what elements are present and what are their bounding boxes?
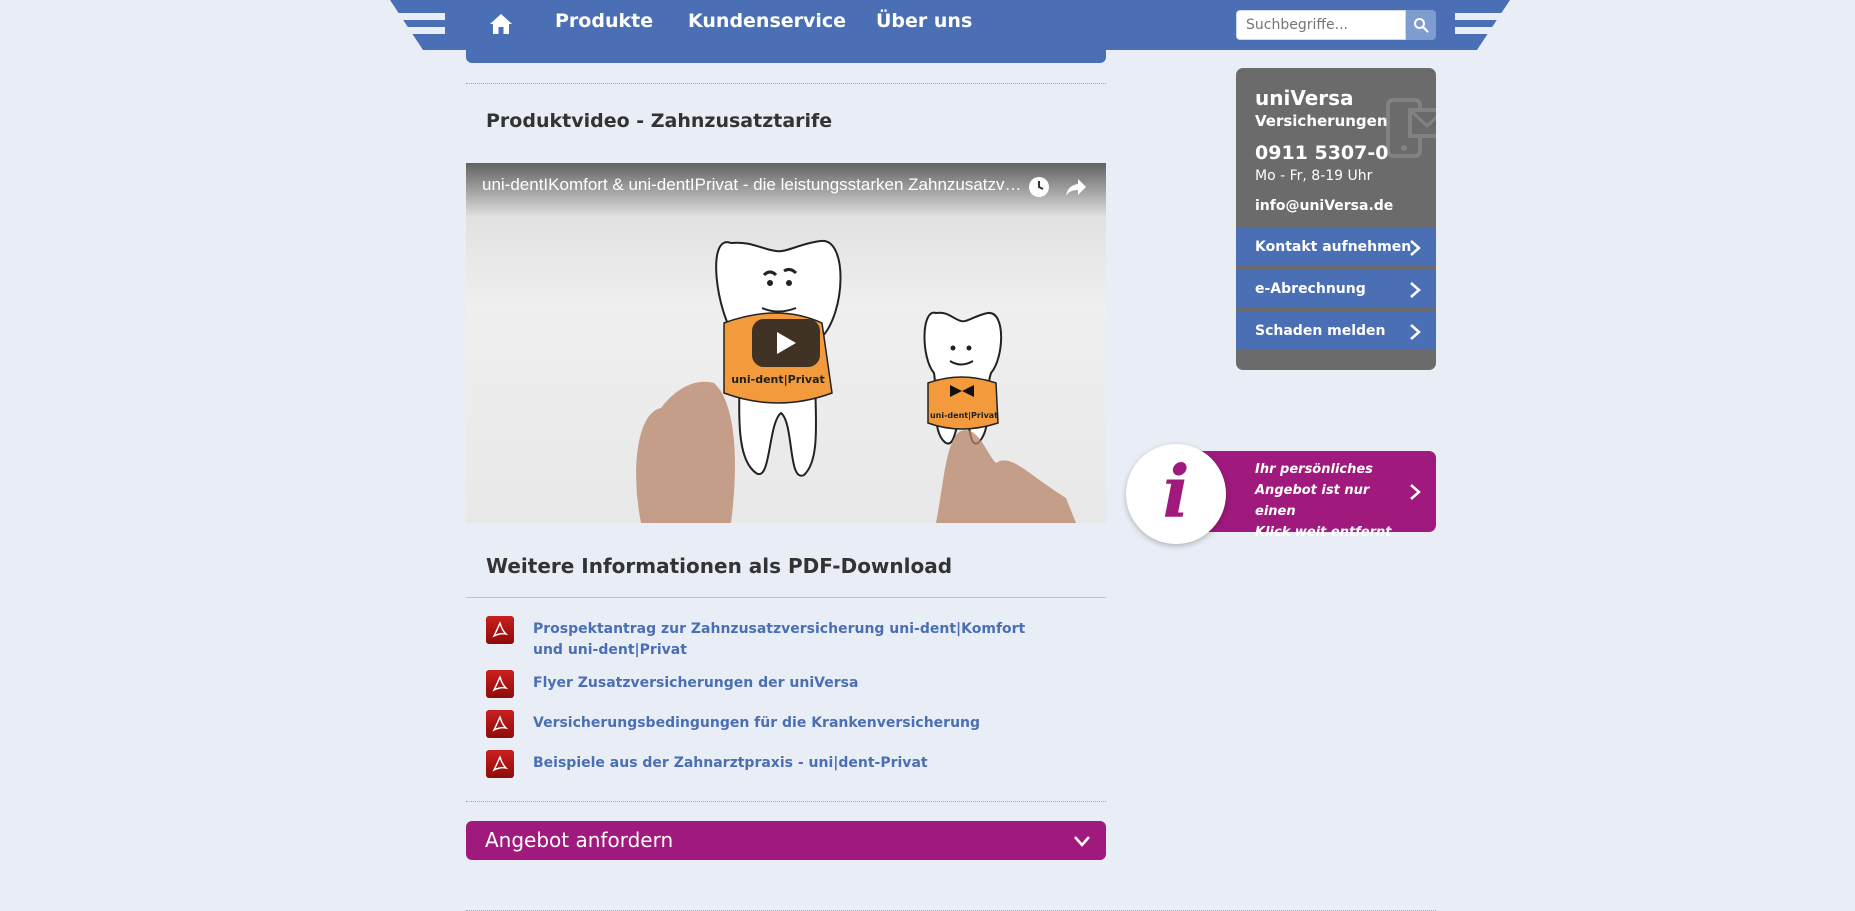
- contact-phone[interactable]: 0911 5307-0: [1255, 142, 1388, 164]
- play-button[interactable]: [752, 319, 820, 367]
- collapsed-accordion-bar[interactable]: [466, 48, 1106, 63]
- divider: [466, 83, 1106, 84]
- play-icon: [777, 332, 796, 354]
- chevron-right-icon: [1410, 324, 1421, 340]
- offer-banner[interactable]: Ihr persönliches Angebot ist nur einen K…: [1193, 451, 1436, 540]
- accordion-label: Angebot anfordern: [485, 828, 674, 852]
- e-billing-button[interactable]: e-Abrechnung: [1236, 270, 1436, 310]
- report-claim-button[interactable]: Schaden melden: [1236, 312, 1436, 352]
- nav-item-ueber-uns[interactable]: Über uns: [876, 10, 972, 32]
- offer-banner-line: Ihr persönliches: [1255, 462, 1373, 477]
- search-icon: [1414, 18, 1429, 33]
- chevron-right-icon: [1410, 240, 1421, 256]
- video-section-title: Produktvideo - Zahnzusatztarife: [486, 110, 833, 132]
- pdf-icon: [486, 616, 514, 644]
- contact-hours: Mo - Fr, 8-19 Uhr: [1255, 168, 1373, 184]
- phone-mail-icon: [1386, 98, 1436, 158]
- video-title[interactable]: uni-dentIKomfort & uni-dentIPrivat - die…: [482, 175, 1022, 195]
- offer-banner-text: Ihr persönliches Angebot ist nur einen K…: [1255, 459, 1405, 543]
- video-shirt-label: uni-dent|Privat: [930, 411, 998, 420]
- e-billing-button-label: e-Abrechnung: [1255, 281, 1366, 297]
- contact-button[interactable]: Kontakt aufnehmen: [1236, 228, 1436, 268]
- pdf-icon: [486, 710, 514, 738]
- top-navigation: Produkte Kundenservice Über uns: [0, 0, 1855, 50]
- search-input[interactable]: [1236, 10, 1406, 40]
- video-shirt-label: uni-dent|Privat: [731, 373, 825, 386]
- search-button[interactable]: [1406, 10, 1436, 40]
- divider: [466, 597, 1106, 598]
- report-claim-button-label: Schaden melden: [1255, 323, 1386, 339]
- request-offer-accordion[interactable]: Angebot anfordern: [466, 821, 1106, 860]
- divider: [466, 801, 1106, 802]
- contact-box: uniVersa Versicherungen 0911 5307-0 Mo -…: [1236, 68, 1436, 370]
- info-icon[interactable]: i: [1126, 444, 1226, 544]
- chevron-down-icon: [1074, 836, 1090, 847]
- home-icon[interactable]: [486, 9, 516, 39]
- clock-icon[interactable]: [1025, 173, 1053, 201]
- contact-button-label: Kontakt aufnehmen: [1255, 239, 1412, 255]
- nav-item-kundenservice[interactable]: Kundenservice: [688, 10, 846, 32]
- pdf-icon: [486, 670, 514, 698]
- nav-stripe: [395, 13, 445, 20]
- pdf-icon: [486, 750, 514, 778]
- share-icon[interactable]: [1062, 173, 1090, 201]
- video-player[interactable]: uni-dent|Privat uni-dent|Privat uni-dent…: [466, 163, 1106, 523]
- pdf-link[interactable]: Prospektantrag zur Zahnzusatzversicherun…: [533, 619, 1053, 661]
- nav-stripe: [403, 27, 445, 34]
- offer-banner-line: Angebot ist nur einen: [1255, 483, 1370, 519]
- nav-stripe: [1455, 27, 1497, 34]
- offer-banner-line: Klick weit entfernt: [1255, 525, 1392, 540]
- pdf-link[interactable]: Beispiele aus der Zahnarztpraxis - uni|d…: [533, 753, 1053, 774]
- nav-stripe: [1455, 13, 1505, 20]
- info-icon-letter: i: [1162, 449, 1190, 534]
- chevron-right-icon: [1410, 282, 1421, 298]
- pdf-section-title: Weitere Informationen als PDF-Download: [486, 554, 953, 578]
- contact-brand-sub: Versicherungen: [1255, 112, 1388, 130]
- contact-brand: uniVersa: [1255, 86, 1354, 110]
- nav-item-produkte[interactable]: Produkte: [555, 10, 653, 32]
- pdf-link[interactable]: Flyer Zusatzversicherungen der uniVersa: [533, 673, 1053, 694]
- contact-email[interactable]: info@uniVersa.de: [1255, 198, 1393, 214]
- chevron-right-icon: [1410, 484, 1421, 500]
- pdf-link[interactable]: Versicherungsbedingungen für die Kranken…: [533, 713, 1053, 734]
